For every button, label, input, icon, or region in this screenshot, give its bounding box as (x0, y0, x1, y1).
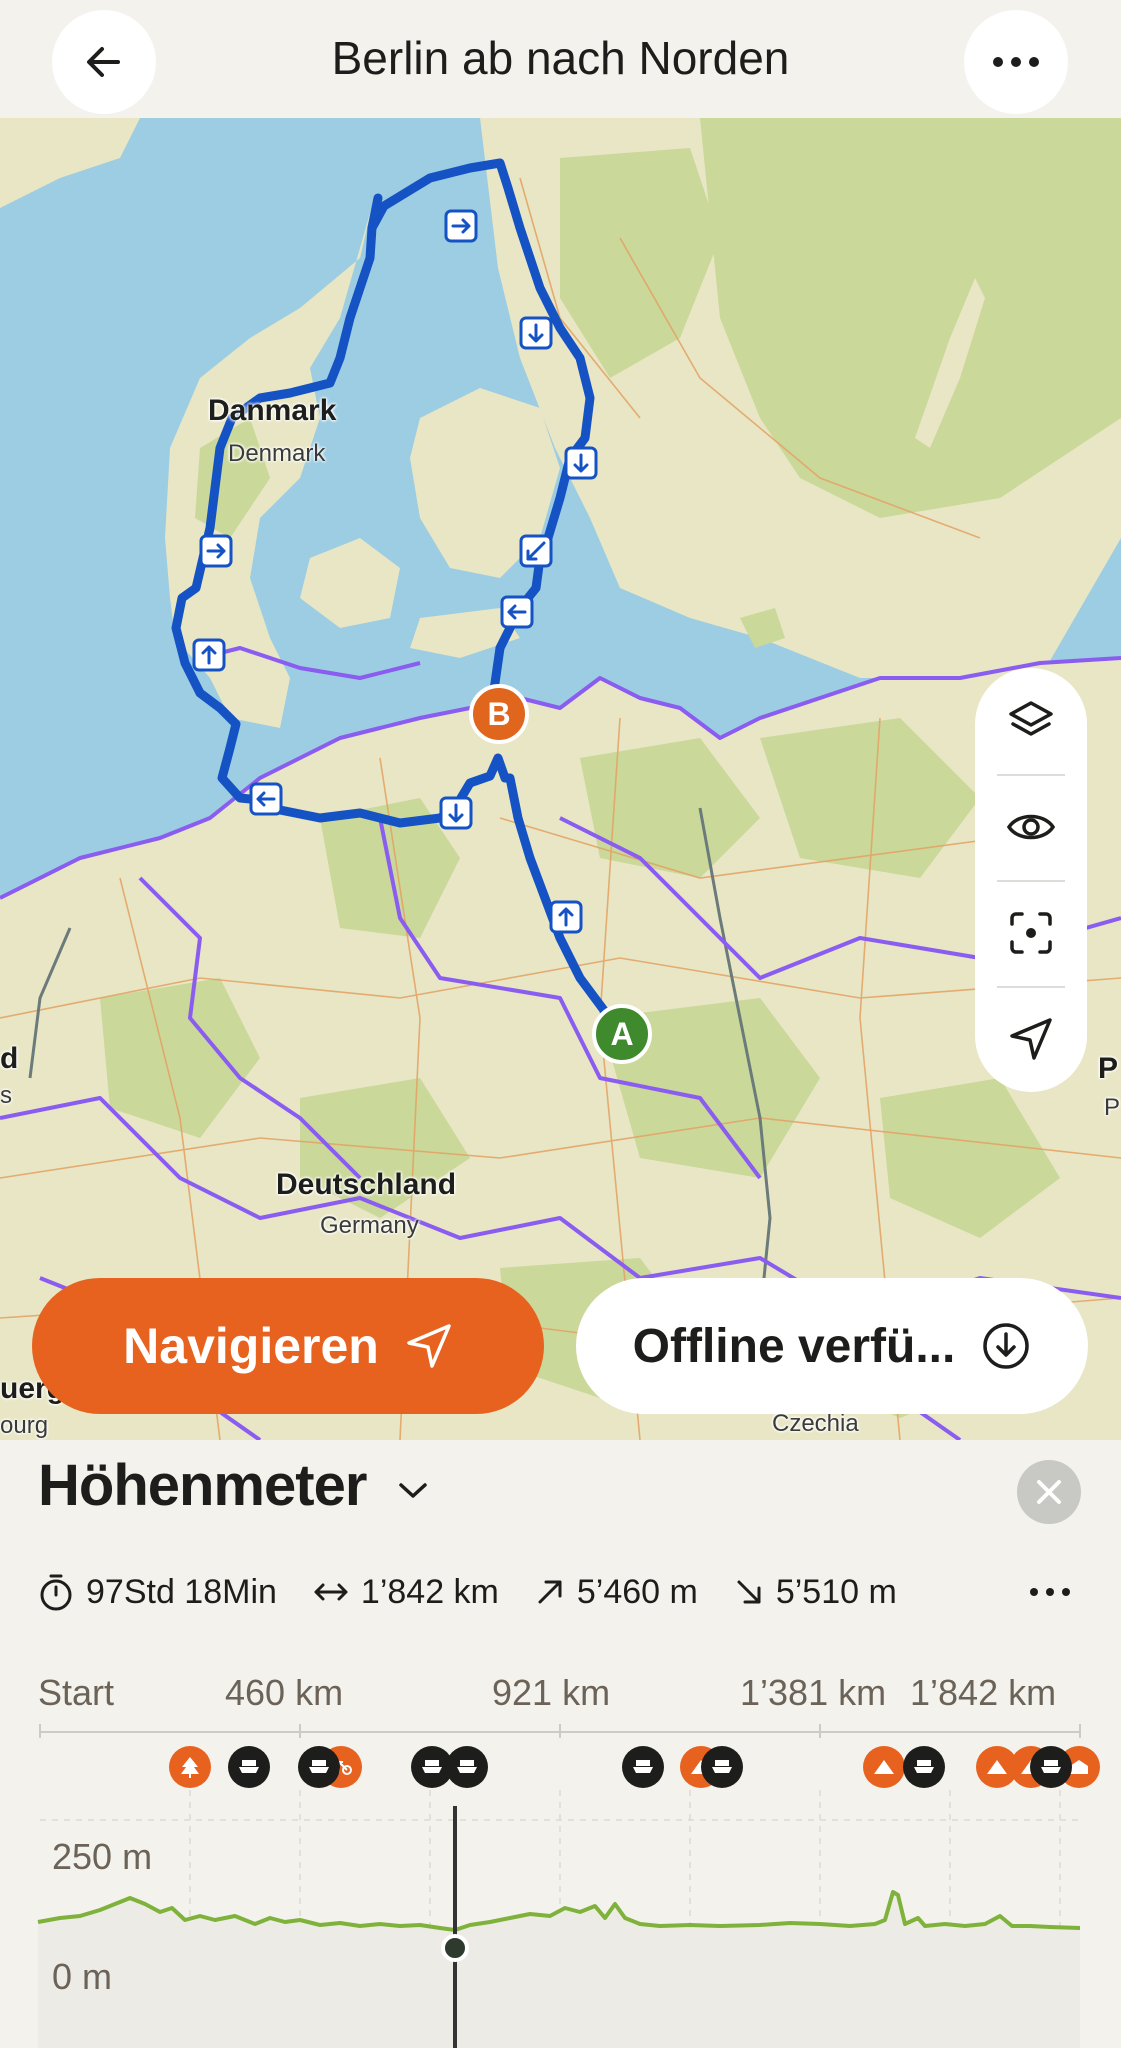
offline-label: Offline verfü... (632, 1319, 956, 1373)
stat-duration: 97Std 18Min (38, 1573, 277, 1612)
header: Berlin ab nach Norden (0, 0, 1121, 118)
arrow-left-icon (87, 47, 120, 77)
poi-ferry-marker[interactable] (446, 1746, 488, 1788)
locate-button[interactable] (975, 986, 1087, 1092)
stopwatch-icon (40, 1574, 72, 1611)
map-label-edge-right-2: P (1104, 1094, 1121, 1121)
elevation-label-0: 0 m (52, 1956, 113, 1997)
map-label-edge-left-1: d (0, 1042, 19, 1075)
poi-ferry-marker[interactable] (1030, 1746, 1072, 1788)
stat-ascent: 5’460 m (535, 1573, 698, 1612)
map-toolbar (975, 668, 1087, 1092)
back-button[interactable] (52, 10, 156, 114)
duration-value: 97Std 18Min (86, 1572, 277, 1611)
locate-arrow-icon (1010, 1018, 1052, 1060)
start-marker[interactable]: A (592, 1004, 652, 1064)
poi-ferry-marker[interactable] (622, 1746, 664, 1788)
tree-icon (181, 1757, 199, 1778)
ferry-icon (633, 1760, 653, 1773)
poi-forest-marker[interactable] (169, 1746, 211, 1788)
navigate-label: Navigieren (123, 1318, 379, 1374)
poi-ferry-marker[interactable] (701, 1746, 743, 1788)
ferry-icon (422, 1760, 442, 1773)
descent-value: 5’510 m (775, 1572, 897, 1611)
layers-button[interactable] (975, 668, 1087, 774)
page-title: Berlin ab nach Norden (331, 32, 790, 84)
map-label-germany-en: Germany (320, 1212, 419, 1239)
route-arrows (192, 209, 598, 934)
axis-label-start: Start (38, 1672, 115, 1713)
elevation-dropdown[interactable]: Höhenmeter (38, 1452, 430, 1519)
close-panel-button[interactable] (1017, 1460, 1081, 1524)
more-button[interactable] (964, 10, 1068, 114)
ferry-icon (712, 1760, 732, 1773)
poi-ferry-marker[interactable] (228, 1746, 270, 1788)
focus-route-button[interactable] (975, 880, 1087, 986)
arrow-down-right-icon (737, 1580, 761, 1604)
map-label-edge-left-4: ourg (0, 1412, 49, 1439)
route-stats: 97Std 18Min 1’842 km 5’460 m 5’510 m (38, 1566, 933, 1618)
distance-value: 1’842 km (360, 1572, 499, 1611)
poi-ferry-marker[interactable] (903, 1746, 945, 1788)
elevation-title: Höhenmeter (38, 1453, 367, 1518)
more-horizontal-icon (993, 57, 1039, 67)
map-label-germany: Deutschland (276, 1168, 457, 1201)
ferry-icon (457, 1760, 477, 1773)
map-label-edge-left-2: s (0, 1082, 12, 1109)
map-label-denmark: Danmark (208, 394, 337, 427)
elevation-label-250: 250 m (52, 1836, 153, 1877)
end-marker[interactable]: B (469, 684, 529, 744)
position-cursor-dot (441, 1934, 469, 1962)
camp-icon (987, 1760, 1007, 1774)
axis-label-1381: 1’381 km (740, 1672, 887, 1713)
focus-icon (1010, 912, 1052, 954)
download-icon (983, 1323, 1030, 1369)
navigation-arrow-icon (407, 1324, 451, 1368)
ferry-icon (239, 1760, 259, 1773)
visibility-button[interactable] (975, 774, 1087, 880)
close-icon (1037, 1480, 1061, 1504)
map-label-edge-right-1: P (1098, 1052, 1119, 1085)
axis-label-460: 460 km (225, 1672, 344, 1713)
map-label-czechia: Czechia (772, 1410, 859, 1437)
arrow-up-right-icon (538, 1580, 562, 1604)
chevron-down-icon (398, 1482, 427, 1498)
more-horizontal-icon (1030, 1588, 1070, 1596)
stats-more-button[interactable] (1024, 1568, 1076, 1616)
elevation-fill (38, 1892, 1080, 2048)
axis-label-1842: 1’842 km (910, 1672, 1057, 1713)
navigate-button[interactable]: Navigieren (32, 1278, 544, 1414)
map-label-denmark-en: Denmark (228, 440, 326, 467)
ferry-icon (914, 1760, 934, 1773)
ferry-icon (309, 1760, 329, 1773)
ferry-icon (1041, 1760, 1061, 1773)
layers-icon (1009, 701, 1053, 736)
poi-camp-marker[interactable] (863, 1746, 905, 1788)
stat-distance: 1’842 km (313, 1573, 499, 1612)
camp-icon (874, 1760, 894, 1774)
arrows-horizontal-icon (314, 1583, 348, 1601)
offline-button[interactable]: Offline verfü... (576, 1278, 1088, 1414)
poi-ferry-marker[interactable] (298, 1746, 340, 1788)
map-view[interactable]: Danmark Denmark Deutschland Germany Czec… (0, 118, 1121, 1440)
stat-descent: 5’510 m (734, 1573, 897, 1612)
axis-label-921: 921 km (492, 1672, 611, 1713)
ascent-value: 5’460 m (576, 1572, 698, 1611)
eye-icon (1006, 814, 1056, 840)
